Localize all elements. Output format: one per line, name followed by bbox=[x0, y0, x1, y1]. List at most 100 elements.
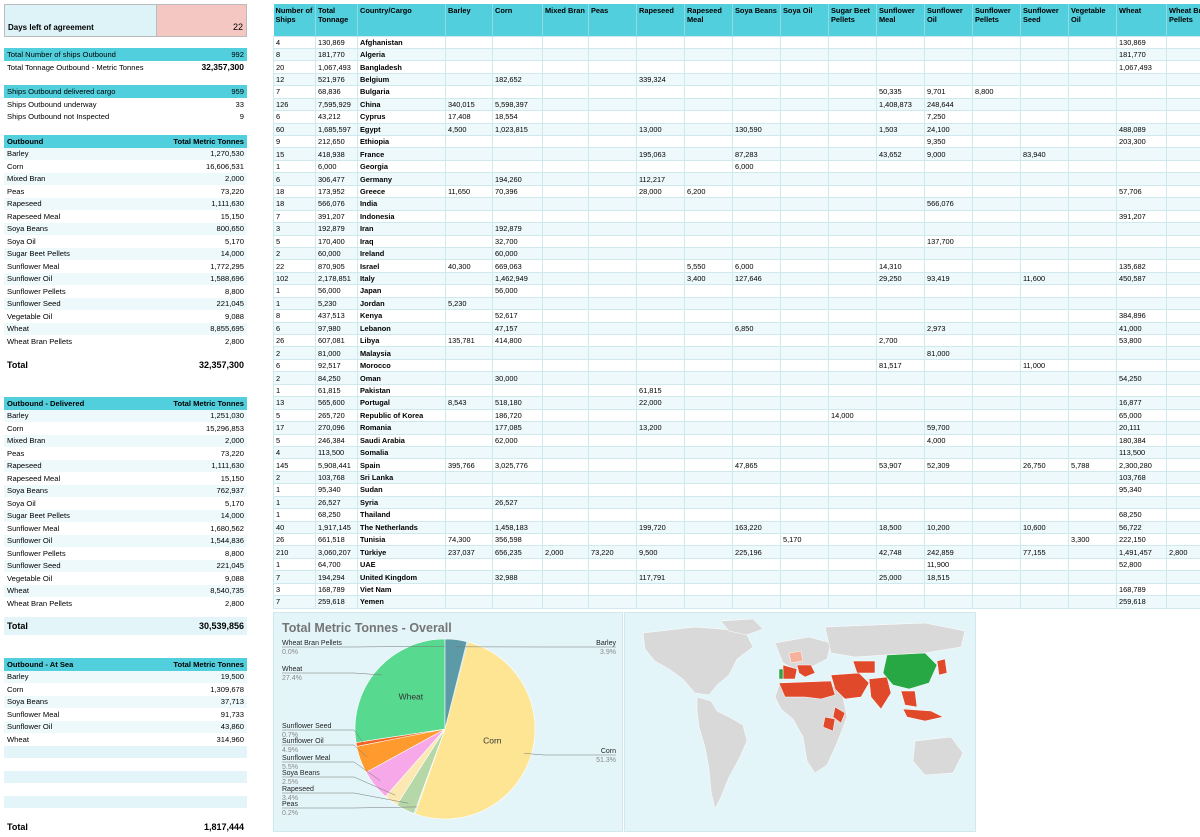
cargo-name: Vegetable Oil bbox=[7, 311, 53, 321]
grid-cell bbox=[972, 222, 1021, 236]
cargo-row: Mixed Bran 2,000 bbox=[4, 172, 247, 185]
grid-cell bbox=[636, 60, 685, 74]
grid-cell bbox=[542, 508, 589, 522]
grid-cell bbox=[1020, 333, 1069, 348]
grid-row: 1 68,250 Thailand 68,250 bbox=[273, 508, 1200, 522]
cargo-tonnes: 1,111,630 bbox=[211, 461, 244, 471]
grid-cell bbox=[972, 72, 1021, 87]
cargo-row: Mixed Bran 2,000 bbox=[4, 434, 247, 447]
grid-cell bbox=[972, 371, 1021, 385]
grid-cell bbox=[972, 483, 1021, 497]
grid-cell bbox=[1116, 358, 1167, 373]
grid-cell bbox=[492, 197, 543, 211]
grid-cell bbox=[1166, 35, 1200, 49]
cargo-tonnes: 9,088 bbox=[224, 311, 244, 321]
summary-row-underway: Ships Outbound underway 33 bbox=[4, 98, 247, 111]
cargo-tonnes: 221,045 bbox=[216, 561, 244, 571]
grid-cell: 42,748 bbox=[876, 545, 925, 559]
grid-cell bbox=[1068, 321, 1117, 336]
grid-cell bbox=[876, 532, 925, 547]
grid-cell bbox=[780, 284, 829, 298]
grid-cell bbox=[542, 271, 589, 286]
cargo-name: Sunflower Pellets bbox=[7, 286, 66, 296]
grid-cell: 1,067,493 bbox=[315, 60, 358, 74]
country-cell: Morocco bbox=[357, 358, 446, 373]
grid-cell bbox=[924, 246, 973, 261]
grid-cell bbox=[972, 358, 1021, 373]
grid-cell: 5,230 bbox=[445, 296, 493, 311]
grid-cell bbox=[876, 197, 925, 211]
grid-cell bbox=[445, 147, 493, 161]
grid-cell bbox=[636, 259, 685, 273]
cargo-tonnes: 73,220 bbox=[220, 186, 244, 196]
grid-cell bbox=[972, 97, 1021, 112]
grid-cell bbox=[1166, 495, 1200, 510]
grid-row: 7 194,294 United Kingdom 32,988 117,791 25,00… bbox=[273, 570, 1200, 584]
grid-cell bbox=[1166, 122, 1200, 137]
grid-cell bbox=[924, 396, 973, 410]
summary-value: 9 bbox=[239, 111, 244, 121]
callout-label: Corn bbox=[601, 748, 616, 755]
grid-cell bbox=[492, 35, 543, 49]
grid-cell bbox=[588, 184, 637, 199]
cargo-name: Sunflower Pellets bbox=[7, 548, 66, 558]
cargo-name: Rapeseed Meal bbox=[7, 473, 61, 483]
grid-cell bbox=[588, 35, 637, 49]
grid-cell bbox=[1166, 259, 1200, 273]
grid-cell bbox=[732, 483, 781, 497]
grid-cell: 52,800 bbox=[1116, 557, 1167, 572]
grid-cell bbox=[924, 595, 973, 609]
callout-pct: 27.4% bbox=[282, 675, 302, 682]
cargo-row: Vegetable Oil 9,088 bbox=[4, 572, 247, 585]
cargo-tonnes: 2,000 bbox=[224, 174, 244, 184]
grid-cell: 32,988 bbox=[492, 570, 543, 584]
cargo-name: Barley bbox=[7, 672, 29, 682]
grid-row: 1 5,230 Jordan 5,230 bbox=[273, 296, 1200, 311]
summary-value: 992 bbox=[231, 49, 244, 59]
grid-cell bbox=[1068, 97, 1117, 112]
grid-cell: 9,701 bbox=[924, 85, 973, 99]
grid-cell: 173,952 bbox=[315, 184, 358, 199]
grid-cell bbox=[732, 433, 781, 447]
grid-cell bbox=[828, 445, 877, 460]
grid-cell bbox=[732, 134, 781, 149]
grid-cell bbox=[1068, 333, 1117, 348]
grid-cell bbox=[1116, 85, 1167, 99]
callout-label: Sunflower Meal bbox=[282, 755, 331, 762]
grid-cell bbox=[828, 396, 877, 410]
grid-cell bbox=[1020, 470, 1069, 485]
grid-cell bbox=[542, 246, 589, 261]
grid-cell bbox=[492, 358, 543, 373]
grid-cell bbox=[1068, 383, 1117, 398]
grid-cell bbox=[1020, 570, 1069, 584]
grid-cell bbox=[684, 408, 733, 423]
grid-cell: 59,700 bbox=[924, 421, 973, 435]
grid-row: 1 95,340 Sudan 95,340 bbox=[273, 483, 1200, 497]
grid-cell bbox=[1166, 47, 1200, 62]
grid-row: 1 56,000 Japan 56,000 bbox=[273, 284, 1200, 298]
grid-cell: 47,157 bbox=[492, 321, 543, 336]
country-cell: Malaysia bbox=[357, 346, 446, 360]
grid-cell: 64,700 bbox=[315, 557, 358, 572]
grid-header-cell: Wheat bbox=[1116, 4, 1167, 36]
grid-cell: 259,618 bbox=[315, 595, 358, 609]
cargo-tonnes: 2,800 bbox=[224, 336, 244, 346]
grid-row: 1 6,000 Georgia 6,000 bbox=[273, 159, 1200, 174]
grid-cell bbox=[1020, 122, 1069, 137]
country-cell: Egypt bbox=[357, 122, 446, 137]
cargo-name: Soya Beans bbox=[7, 224, 48, 234]
grid-row: 17 270,096 Romania 177,085 13,200 59,700 20,11… bbox=[273, 421, 1200, 435]
grid-cell bbox=[1166, 458, 1200, 472]
grid-cell bbox=[588, 246, 637, 261]
grid-cell: 53,800 bbox=[1116, 333, 1167, 348]
total-value: 30,539,856 bbox=[198, 621, 244, 631]
grid-header-cell: Rapeseed bbox=[636, 4, 685, 36]
grid-cell: 7 bbox=[273, 85, 316, 99]
grid-cell bbox=[732, 296, 781, 311]
grid-cell bbox=[1116, 222, 1167, 236]
grid-cell bbox=[1116, 110, 1167, 124]
grid-cell bbox=[780, 172, 829, 186]
grid-cell bbox=[876, 321, 925, 336]
grid-cell: 18,554 bbox=[492, 110, 543, 124]
grid-row: 5 265,720 Republic of Korea 186,720 14,000 65… bbox=[273, 408, 1200, 423]
